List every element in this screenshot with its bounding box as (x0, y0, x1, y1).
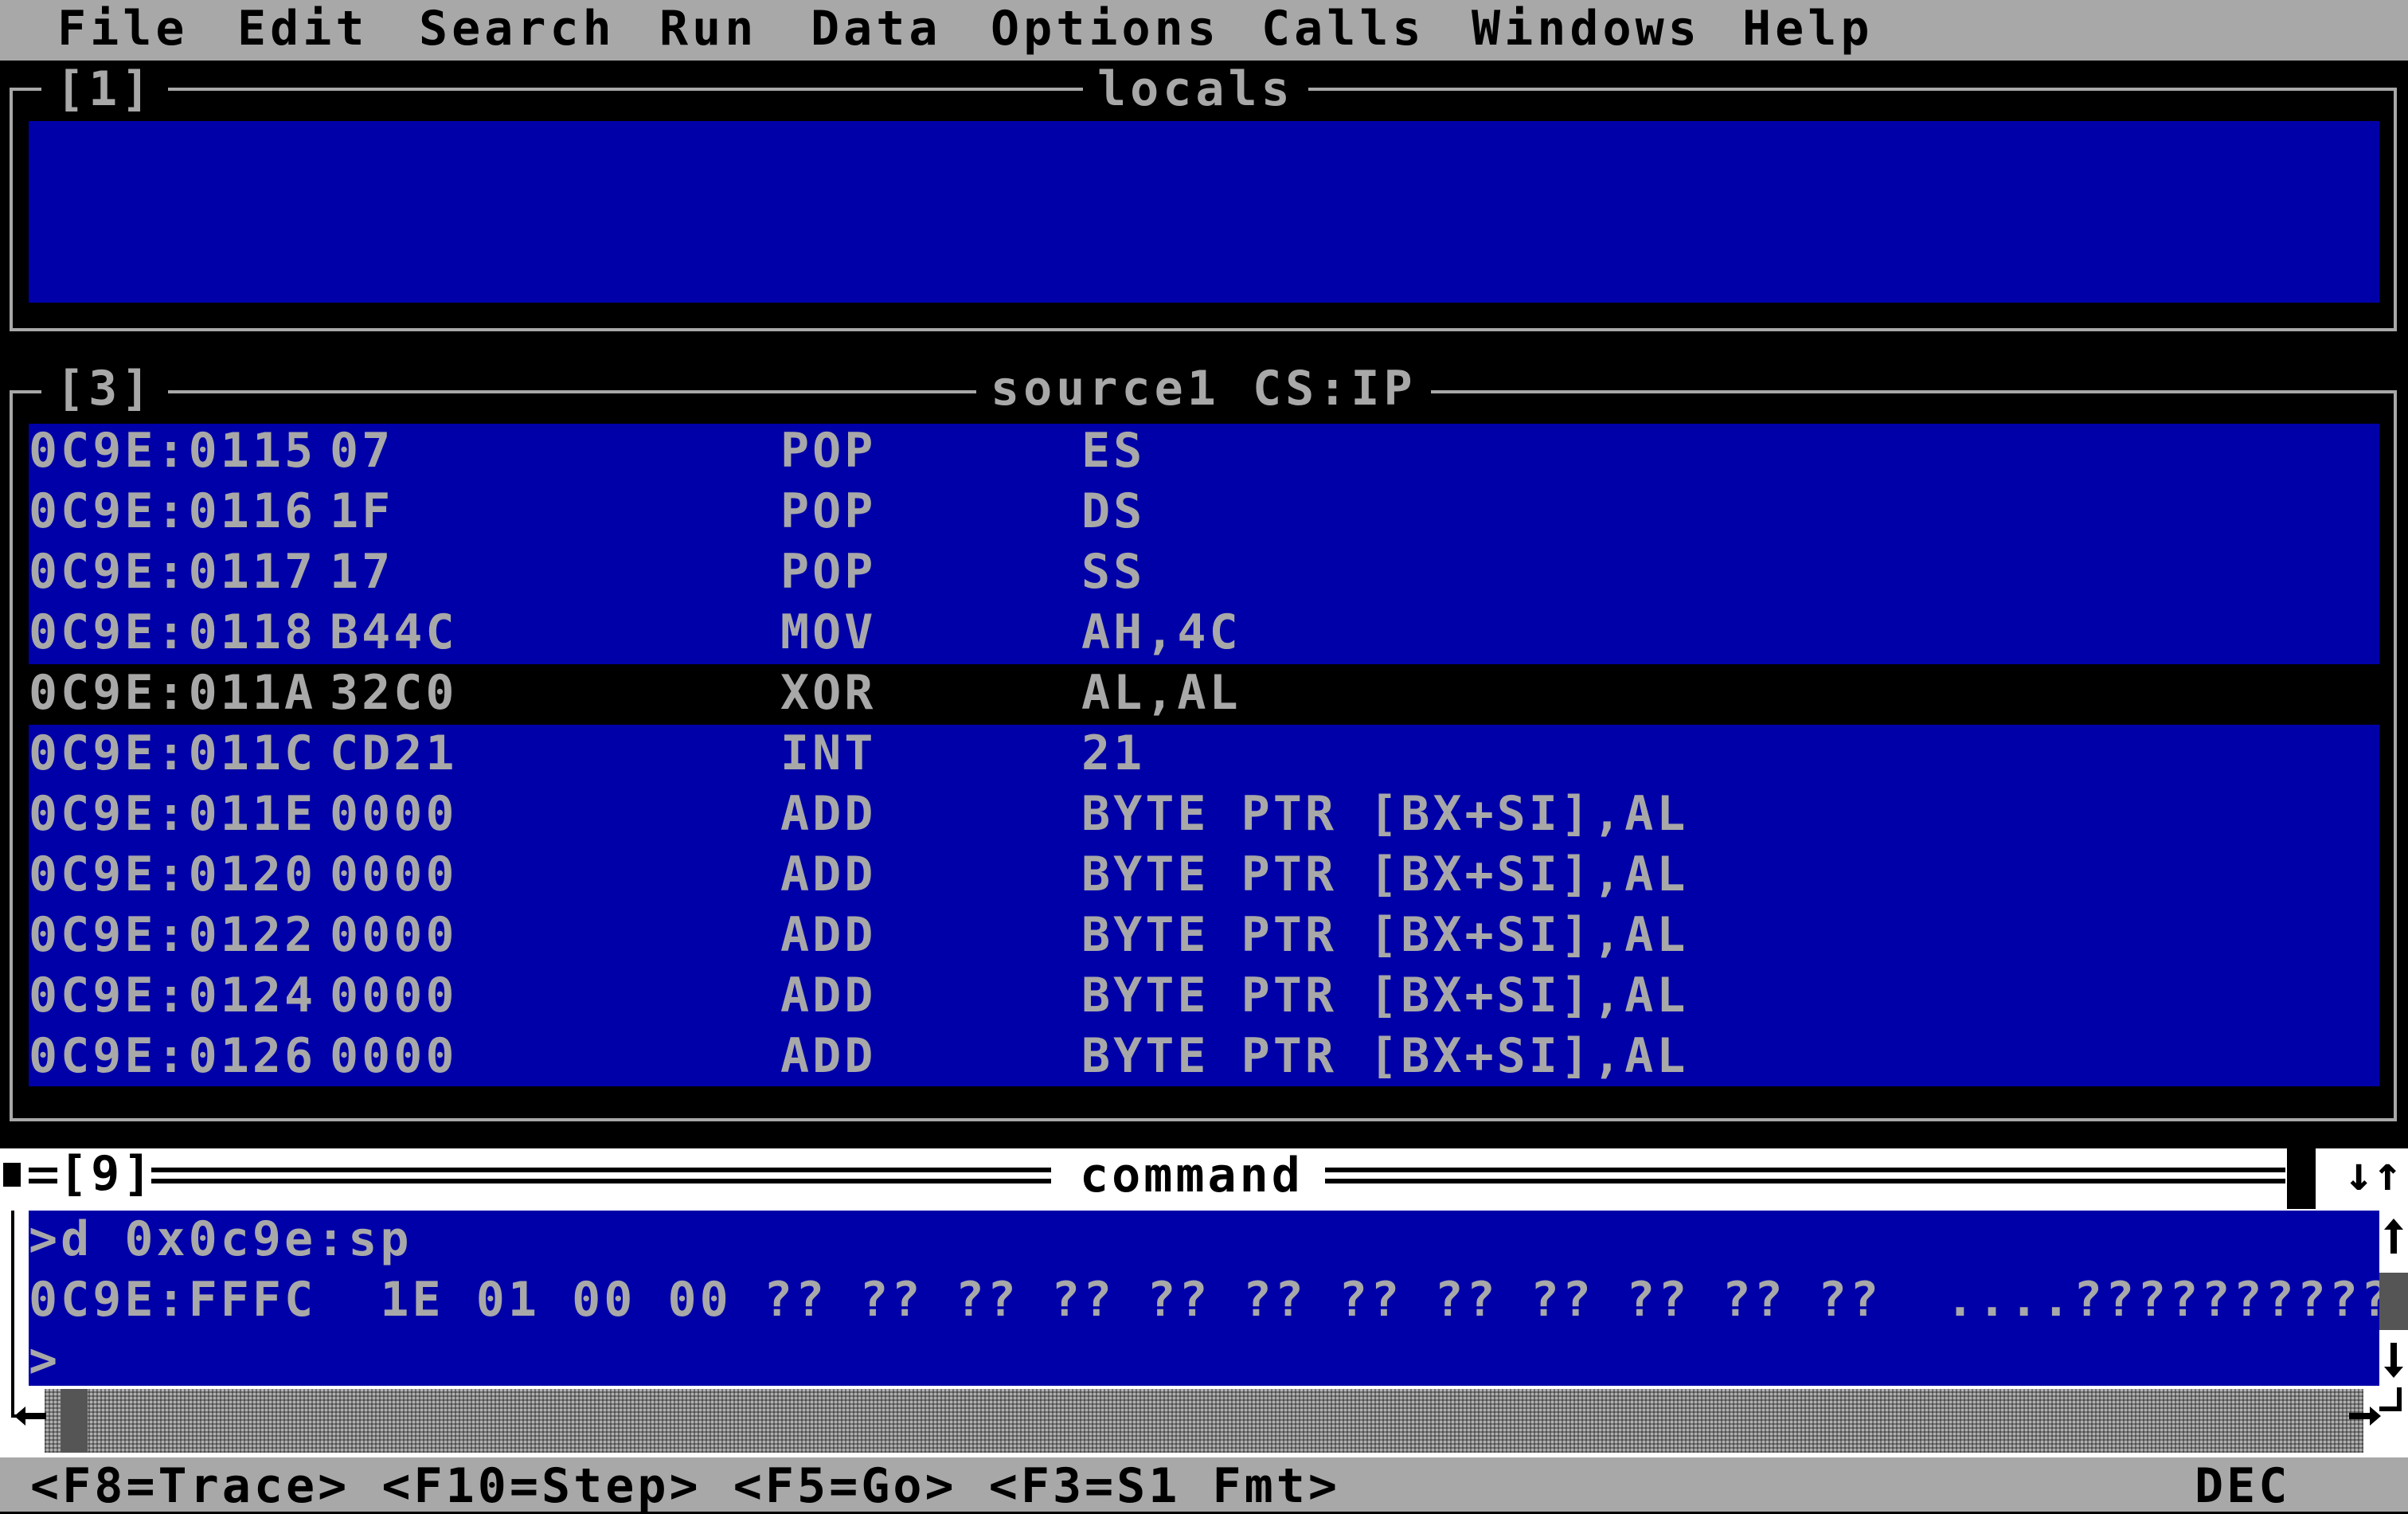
menu-search[interactable]: Search (419, 5, 616, 53)
command-output-line: 0C9E:FFFC 1E 01 00 00 ?? ?? ?? ?? ?? ?? … (29, 1272, 2408, 1328)
function-key-hints[interactable]: <F8=Trace> <F10=Step> <F5=Go> <F3=S1 Fmt… (30, 1462, 1340, 1510)
menu-run[interactable]: Run (659, 5, 757, 53)
radix-mode-indicator[interactable]: DEC (2195, 1462, 2290, 1510)
scroll-down-arrow-icon[interactable] (2384, 1343, 2403, 1378)
scroll-up-arrow-icon[interactable] (2384, 1219, 2403, 1254)
scrollbar-thumb[interactable] (2379, 1273, 2408, 1330)
horizontal-scrollbar[interactable] (45, 1389, 2363, 1453)
scroll-arrows-icon[interactable]: ↓↑ (2344, 1150, 2402, 1198)
scroll-right-arrow-icon[interactable] (2349, 1406, 2381, 1426)
resize-corner-icon[interactable] (2379, 1387, 2403, 1419)
menu-file[interactable]: File (57, 5, 189, 53)
command-output-line: >d 0x0c9e:sp (29, 1211, 412, 1267)
status-bar: <F8=Trace> <F10=Step> <F5=Go> <F3=S1 Fmt… (0, 1457, 2408, 1512)
maximize-box-icon[interactable] (2287, 1148, 2316, 1209)
menu-options[interactable]: Options (991, 5, 1220, 53)
source-window-title: source1 CS:IP (976, 365, 1431, 413)
title-rule (29, 1179, 57, 1183)
locals-window-number[interactable]: [1] (41, 65, 169, 113)
source-window-number[interactable]: [3] (41, 365, 169, 413)
frame-left-border (11, 1211, 14, 1418)
menu-edit[interactable]: Edit (237, 5, 369, 53)
command-window-number[interactable]: [9] (59, 1150, 154, 1198)
title-rule (29, 1168, 57, 1172)
title-rule (151, 1168, 1051, 1172)
menu-windows[interactable]: Windows (1472, 5, 1701, 53)
menu-data[interactable]: Data (811, 5, 942, 53)
title-rule (1325, 1179, 2285, 1183)
menu-bar: File Edit Search Run Data Options Calls … (0, 0, 2408, 61)
locals-window-title: locals (1083, 65, 1308, 113)
locals-window-pane (29, 121, 2379, 303)
scroll-left-arrow-icon[interactable] (14, 1406, 46, 1426)
menu-calls[interactable]: Calls (1261, 5, 1425, 53)
close-box-icon[interactable] (3, 1163, 21, 1187)
title-rule (1325, 1168, 2285, 1172)
horizontal-scrollbar-thumb[interactable] (61, 1389, 88, 1453)
command-window-title: command (1080, 1148, 1304, 1203)
title-rule (151, 1179, 1051, 1183)
command-prompt[interactable]: > (29, 1336, 61, 1384)
menu-help[interactable]: Help (1742, 5, 1874, 53)
